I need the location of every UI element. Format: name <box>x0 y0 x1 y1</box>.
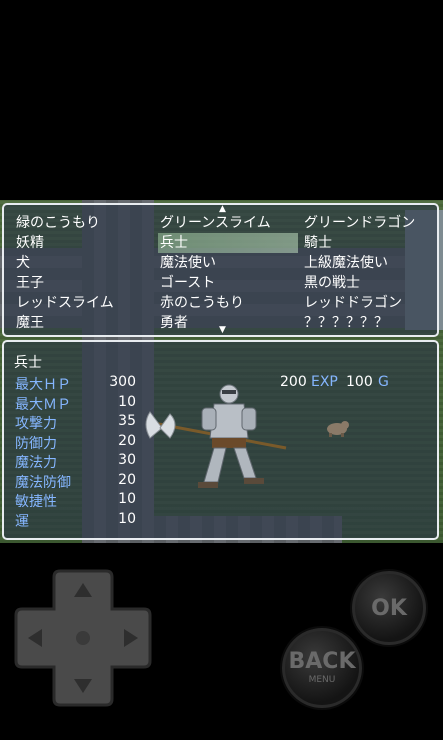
stat-label-luck: 運 <box>15 514 29 530</box>
enemy-entry[interactable]: 妖精 <box>14 233 154 253</box>
enemy-entry[interactable]: 魔法使い <box>158 253 298 273</box>
enemy-list-window: ▲ 緑のこうもり グリーンスライム グリーンドラゴン 妖精 兵士 騎士 犬 魔法… <box>2 203 439 337</box>
stat-label-defense: 防御力 <box>15 436 57 452</box>
enemy-entry[interactable]: グリーンスライム <box>158 213 298 233</box>
gold-label: G <box>378 374 389 390</box>
enemy-entry[interactable]: 王子 <box>14 273 154 293</box>
stat-label-agility: 敏捷性 <box>15 494 57 510</box>
stat-value-max-hp: 300 <box>109 374 136 390</box>
enemy-entry[interactable]: 緑のこうもり <box>14 213 154 233</box>
enemy-entry[interactable]: 黒の戦士 <box>302 273 442 293</box>
stat-value-magic-defense: 20 <box>118 472 136 488</box>
stat-value-agility: 10 <box>118 491 136 507</box>
enemy-entry[interactable]: 騎士 <box>302 233 442 253</box>
stat-label-max-hp: 最大ＨＰ <box>15 377 71 393</box>
enemy-entry[interactable]: 勇者 <box>158 313 298 333</box>
enemy-entry[interactable]: 犬 <box>14 253 154 273</box>
enemy-entry[interactable]: レッドドラゴン <box>302 293 442 313</box>
stat-label-magic-defense: 魔法防御 <box>15 475 71 491</box>
enemy-detail-window: 兵士 最大ＨＰ 300 最大ＭＰ 10 攻撃力 35 防御力 20 魔法力 30… <box>2 340 439 540</box>
enemy-entry[interactable]: ？？？？？？ <box>302 313 442 333</box>
gold-value: 100 <box>346 374 373 390</box>
stat-value-magic: 30 <box>118 452 136 468</box>
stat-value-attack: 35 <box>118 413 136 429</box>
enemy-entry[interactable]: 魔王 <box>14 313 154 333</box>
ok-label: OK <box>371 595 407 621</box>
scroll-down-icon[interactable]: ▼ <box>219 325 226 335</box>
enemy-entry[interactable]: グリーンドラゴン <box>302 213 442 233</box>
dpad[interactable] <box>14 569 152 707</box>
ok-button[interactable]: OK <box>352 571 426 645</box>
stat-value-defense: 20 <box>118 433 136 449</box>
enemy-entry[interactable]: 赤のこうもり <box>158 293 298 313</box>
enemy-name: 兵士 <box>14 355 42 371</box>
stat-label-attack: 攻撃力 <box>15 416 57 432</box>
enemy-entry[interactable]: ゴースト <box>158 273 298 293</box>
soldier-sprite <box>145 384 287 488</box>
small-creature-sprite <box>327 421 349 437</box>
stat-value-luck: 10 <box>118 511 136 527</box>
back-label: BACK <box>288 649 356 674</box>
enemy-entry[interactable]: レッドスライム <box>14 293 154 313</box>
enemy-entry[interactable]: 上級魔法使い <box>302 253 442 273</box>
back-button[interactable]: BACK MENU <box>282 628 362 708</box>
exp-label: EXP <box>311 374 338 390</box>
stat-label-max-mp: 最大ＭＰ <box>15 397 71 413</box>
enemy-entry-selected[interactable]: 兵士 <box>158 233 298 253</box>
stat-label-magic: 魔法力 <box>15 455 57 471</box>
stat-value-max-mp: 10 <box>118 394 136 410</box>
menu-label: MENU <box>308 675 336 685</box>
